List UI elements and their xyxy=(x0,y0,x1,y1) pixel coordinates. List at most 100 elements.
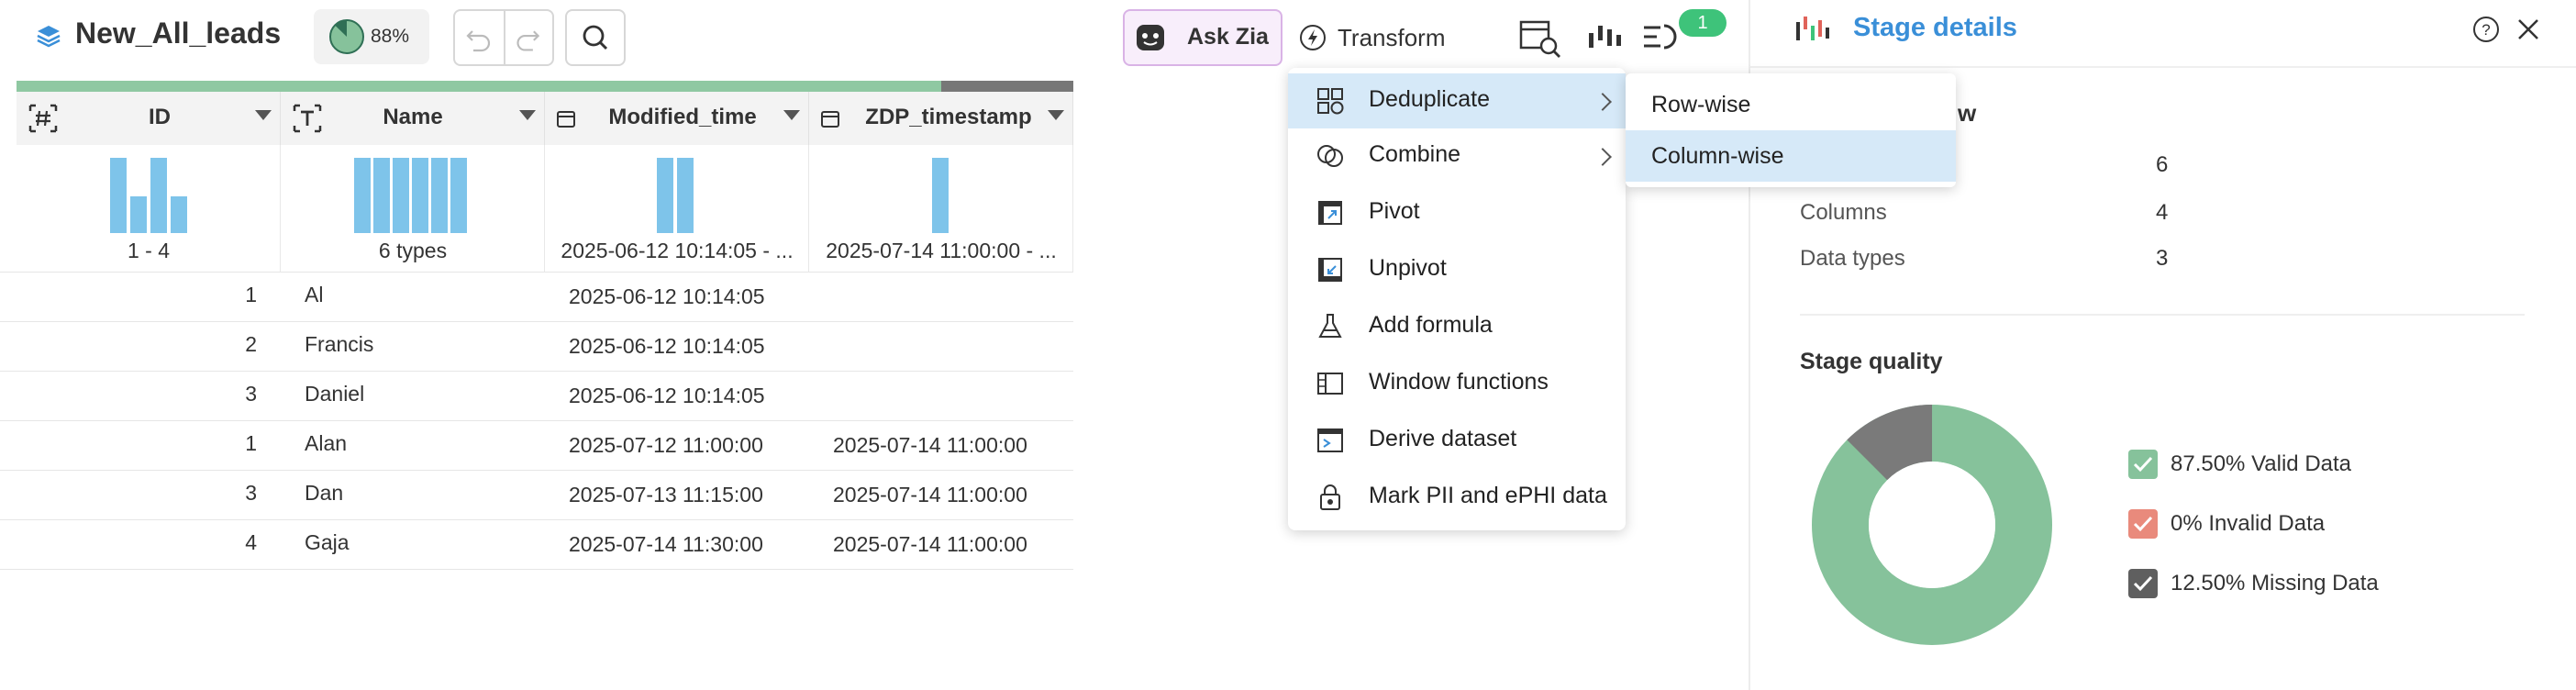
column-name-modified-time: Modified_time xyxy=(608,105,757,129)
column-missing-bar xyxy=(941,81,1073,92)
lightning-icon xyxy=(1300,25,1326,50)
undo-icon xyxy=(466,30,491,52)
histogram-bar[interactable] xyxy=(412,158,428,233)
histogram-bar[interactable] xyxy=(393,158,409,233)
chevron-down-icon[interactable] xyxy=(1048,110,1064,120)
cell-id[interactable]: 3 xyxy=(211,481,257,506)
rules-list-icon[interactable] xyxy=(1638,15,1684,61)
cell-modified-time[interactable]: 2025-06-12 10:14:05 xyxy=(569,384,765,408)
check-invalid-icon xyxy=(2128,509,2158,539)
row-divider xyxy=(0,420,1073,421)
histogram-bar[interactable] xyxy=(431,158,448,233)
row-divider xyxy=(0,371,1073,372)
stage-quality-title: Stage quality xyxy=(1800,349,1943,374)
menu-label-combine: Combine xyxy=(1369,141,1461,167)
search-icon xyxy=(583,25,608,50)
formula-flask-icon xyxy=(1318,314,1342,338)
close-icon[interactable] xyxy=(2515,17,2541,42)
row-divider xyxy=(0,470,1073,471)
histogram-bar[interactable] xyxy=(932,158,949,233)
row-divider xyxy=(0,272,1073,273)
pii-lock-icon xyxy=(1320,484,1340,510)
menu-label-derive-dataset: Derive dataset xyxy=(1369,426,1517,451)
submenu-label-row-wise: Row-wise xyxy=(1651,92,1751,117)
histogram-bar[interactable] xyxy=(130,196,147,233)
cell-name[interactable]: Dan xyxy=(305,481,343,506)
cell-id[interactable]: 2 xyxy=(211,332,257,357)
cell-zdp-timestamp[interactable]: 2025-07-14 11:00:00 xyxy=(833,433,1027,458)
histogram-bar[interactable] xyxy=(450,158,467,233)
cell-id[interactable]: 1 xyxy=(211,431,257,456)
histogram-bar[interactable] xyxy=(150,158,167,233)
overview-label-columns: Columns xyxy=(1800,200,1887,225)
layers-icon xyxy=(37,26,61,48)
menu-label-pivot: Pivot xyxy=(1369,198,1420,224)
text-type-icon xyxy=(293,104,322,133)
overview-label-data-types: Data types xyxy=(1800,246,1905,271)
overview-value-rows: 6 xyxy=(2156,152,2169,177)
column-name-zdp-timestamp: ZDP_timestamp xyxy=(865,105,1032,129)
submenu-label-column-wise: Column-wise xyxy=(1651,143,1784,169)
histogram-bar[interactable] xyxy=(171,196,187,233)
overview-heading: w xyxy=(1958,99,1977,127)
column-quality-bar xyxy=(17,81,941,92)
cell-name[interactable]: Alan xyxy=(305,431,347,456)
histogram-bar[interactable] xyxy=(677,158,694,233)
redo-button[interactable] xyxy=(504,9,554,66)
histogram-bar[interactable] xyxy=(373,158,390,233)
overview-value-columns: 4 xyxy=(2156,200,2169,225)
cell-zdp-timestamp[interactable]: 2025-07-14 11:00:00 xyxy=(833,532,1027,557)
calendar-icon xyxy=(557,111,575,128)
cell-id[interactable]: 3 xyxy=(211,382,257,406)
cell-modified-time[interactable]: 2025-07-12 11:00:00 xyxy=(569,433,763,458)
row-divider xyxy=(0,569,1073,570)
hash-icon xyxy=(28,104,58,133)
chevron-down-icon[interactable] xyxy=(519,110,536,120)
combine-icon xyxy=(1317,145,1343,167)
histogram-bar[interactable] xyxy=(354,158,371,233)
svg-text:?: ? xyxy=(2482,21,2490,39)
legend-missing-label: 12.50% Missing Data xyxy=(2171,571,2379,595)
transform-label: Transform xyxy=(1338,24,1446,51)
row-divider xyxy=(0,321,1073,322)
legend-invalid-label: 0% Invalid Data xyxy=(2171,511,2326,536)
cell-zdp-timestamp[interactable]: 2025-07-14 11:00:00 xyxy=(833,483,1027,507)
check-valid-icon xyxy=(2128,450,2158,479)
cell-name[interactable]: Daniel xyxy=(305,382,364,406)
panel-divider xyxy=(1750,66,2576,68)
pivot-icon xyxy=(1318,201,1342,225)
histogram-bar[interactable] xyxy=(110,158,127,233)
cell-name[interactable]: Gaja xyxy=(305,530,350,555)
quality-percent: 88% xyxy=(371,26,410,47)
histogram-range-label: 2025-06-12 10:14:05 - ... xyxy=(561,239,794,262)
help-icon[interactable]: ? xyxy=(2471,15,2501,44)
table-search-icon[interactable] xyxy=(1517,15,1563,61)
search-button[interactable] xyxy=(565,9,626,66)
check-missing-icon xyxy=(2128,569,2158,598)
column-name-name: Name xyxy=(383,105,443,129)
histogram-range-label: 1 - 4 xyxy=(127,239,171,262)
calendar-icon xyxy=(821,111,839,128)
menu-label-add-formula: Add formula xyxy=(1369,312,1493,338)
cell-name[interactable]: Francis xyxy=(305,332,373,357)
cell-modified-time[interactable]: 2025-06-12 10:14:05 xyxy=(569,284,765,309)
cell-modified-time[interactable]: 2025-07-14 11:30:00 xyxy=(569,532,763,557)
cell-id[interactable]: 4 xyxy=(211,530,257,555)
histogram-bar[interactable] xyxy=(657,158,673,233)
cell-modified-time[interactable]: 2025-07-13 11:15:00 xyxy=(569,483,763,507)
menu-label-window-functions: Window functions xyxy=(1369,369,1549,395)
undo-button[interactable] xyxy=(453,9,504,66)
menu-label-mark-pii: Mark PII and ePHI data xyxy=(1369,483,1607,508)
cell-modified-time[interactable]: 2025-06-12 10:14:05 xyxy=(569,334,765,359)
stage-chart-icon xyxy=(1796,17,1829,40)
menu-label-deduplicate: Deduplicate xyxy=(1369,86,1491,112)
cell-name[interactable]: Al xyxy=(305,283,323,307)
chevron-down-icon[interactable] xyxy=(783,110,800,120)
ask-zia-label: Ask Zia xyxy=(1187,24,1269,50)
overview-value-data-types: 3 xyxy=(2156,246,2169,271)
deduplicate-icon xyxy=(1317,88,1344,115)
bar-chart-icon[interactable] xyxy=(1582,15,1627,61)
histogram-range-label: 2025-07-14 11:00:00 - ... xyxy=(826,239,1057,262)
cell-id[interactable]: 1 xyxy=(211,283,257,307)
chevron-down-icon[interactable] xyxy=(255,110,272,120)
